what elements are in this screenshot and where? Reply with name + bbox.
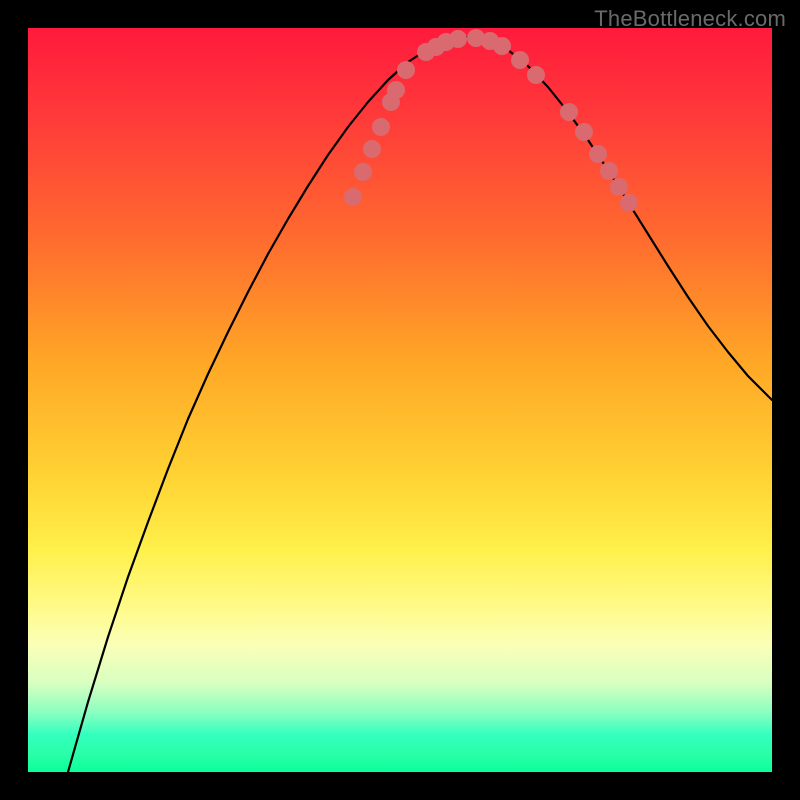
highlight-dot: [397, 61, 415, 79]
highlight-dots: [344, 29, 638, 212]
highlight-dot: [600, 162, 618, 180]
highlight-dot: [354, 163, 372, 181]
bottleneck-curve: [68, 37, 772, 772]
plot-area: [28, 28, 772, 772]
chart-frame: TheBottleneck.com: [0, 0, 800, 800]
highlight-dot: [620, 194, 638, 212]
highlight-dot: [449, 30, 467, 48]
highlight-dot: [387, 81, 405, 99]
highlight-dot: [493, 37, 511, 55]
highlight-dot: [372, 118, 390, 136]
highlight-dot: [589, 145, 607, 163]
highlight-dot: [560, 103, 578, 121]
highlight-dot: [511, 51, 529, 69]
highlight-dot: [527, 66, 545, 84]
highlight-dot: [363, 140, 381, 158]
highlight-dot: [610, 178, 628, 196]
watermark-text: TheBottleneck.com: [594, 6, 786, 32]
curve-svg: [28, 28, 772, 772]
highlight-dot: [575, 123, 593, 141]
highlight-dot: [344, 188, 362, 206]
